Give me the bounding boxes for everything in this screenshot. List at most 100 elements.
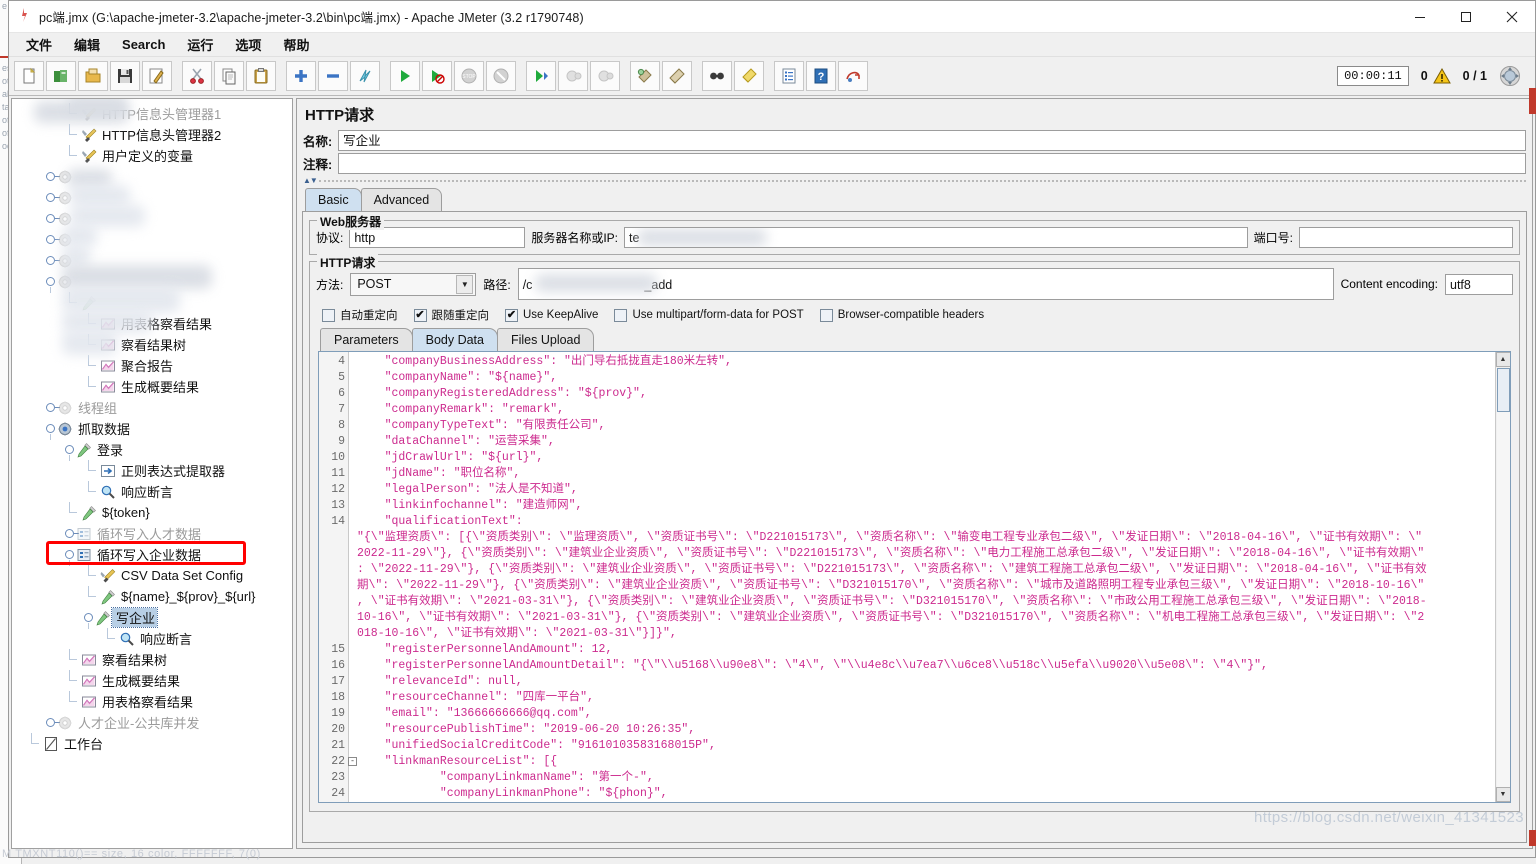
shutdown-icon[interactable] — [486, 61, 516, 91]
tree-collapse-knob[interactable] — [45, 402, 60, 413]
search-reset-icon[interactable] — [734, 61, 764, 91]
tree-node[interactable] — [12, 166, 292, 187]
tree-expand-knob[interactable] — [64, 444, 75, 461]
tab-basic[interactable]: Basic — [305, 188, 362, 211]
checkbox-multipart[interactable]: Use multipart/form-data for POST — [614, 308, 804, 322]
tree-expand-knob[interactable] — [64, 549, 75, 566]
tree-node[interactable]: 用户定义的变量 — [12, 145, 292, 166]
tree-node[interactable]: ${name}_${prov}_${url} — [12, 586, 292, 607]
tree-node[interactable]: 察看结果树 — [12, 649, 292, 670]
clear-icon[interactable] — [630, 61, 660, 91]
paste-icon[interactable] — [246, 61, 276, 91]
collapse-arrows-icon[interactable]: ▲▼ — [303, 176, 318, 185]
content-encoding-input[interactable]: utf8 — [1445, 273, 1513, 295]
save-as-icon[interactable] — [142, 61, 172, 91]
checkbox-keepalive[interactable]: ✔ Use KeepAlive — [505, 308, 598, 322]
test-plan-tree[interactable]: HTTP信息头管理器1 HTTP信息头管理器2 用户定义的变量 用表格察看结果 察看结果… — [11, 98, 293, 849]
collapse-all-icon[interactable] — [318, 61, 348, 91]
tree-node[interactable]: 生成概要结果 — [12, 670, 292, 691]
protocol-input[interactable]: http — [349, 227, 526, 248]
open-icon[interactable] — [78, 61, 108, 91]
tree-node[interactable]: 聚合报告 — [12, 355, 292, 376]
tab-advanced[interactable]: Advanced — [360, 188, 443, 211]
scrollbar-track[interactable] — [1496, 412, 1510, 787]
start-no-timers-icon[interactable] — [422, 61, 452, 91]
chevron-down-icon[interactable]: ▼ — [456, 274, 474, 294]
undo-redo-icon[interactable] — [838, 61, 868, 91]
tree-collapse-knob[interactable] — [45, 171, 60, 182]
menu-edit[interactable]: 编辑 — [63, 33, 111, 56]
toggle-icon[interactable] — [350, 61, 380, 91]
stop-icon[interactable]: STOP — [454, 61, 484, 91]
tree-collapse-knob[interactable] — [45, 717, 60, 728]
tree-expand-knob[interactable] — [45, 423, 56, 440]
function-helper-icon[interactable] — [774, 61, 804, 91]
tree-collapse-knob[interactable] — [45, 234, 60, 245]
port-input[interactable] — [1299, 227, 1513, 248]
body-data-editor[interactable]: 4 5 6 7 8 9 10 11 12 13 14 15 16 17 18 19 20 21 22-23 24 "… — [318, 351, 1511, 803]
editor-vertical-scrollbar[interactable]: ▲ ▼ — [1495, 352, 1510, 802]
tree-collapse-knob[interactable] — [64, 528, 79, 539]
tree-node[interactable] — [12, 229, 292, 250]
tree-node[interactable]: 响应断言 — [12, 481, 292, 502]
new-icon[interactable] — [14, 61, 44, 91]
expand-all-icon[interactable] — [286, 61, 316, 91]
tree-node[interactable]: 人才企业-公共库并发 — [12, 712, 292, 733]
tree-node[interactable]: 响应断言 — [12, 628, 292, 649]
menu-run[interactable]: 运行 — [176, 33, 224, 56]
scroll-up-button[interactable]: ▲ — [1495, 352, 1510, 367]
comment-input[interactable] — [338, 153, 1526, 174]
tree-node[interactable]: 察看结果树 — [12, 334, 292, 355]
menu-options[interactable]: 选项 — [224, 33, 272, 56]
tree-node[interactable]: 循环写入人才数据 — [12, 523, 292, 544]
tree-node[interactable]: CSV Data Set Config — [12, 565, 292, 586]
tree-node[interactable]: 写企业 — [12, 607, 292, 629]
tree-node[interactable]: 用表格察看结果 — [12, 691, 292, 712]
clear-all-icon[interactable] — [662, 61, 692, 91]
collapse-divider[interactable]: ▲▼ — [297, 175, 1532, 185]
stop-remote-icon[interactable] — [558, 61, 588, 91]
copy-icon[interactable] — [214, 61, 244, 91]
save-icon[interactable] — [110, 61, 140, 91]
checkbox-box[interactable] — [614, 308, 628, 322]
method-select[interactable]: POST ▼ — [350, 272, 477, 296]
tree-node[interactable]: 循环写入企业数据 — [12, 544, 292, 566]
code-fold-toggle[interactable]: - — [348, 757, 357, 766]
tree-node[interactable]: 登录 — [12, 439, 292, 461]
server-input[interactable]: te — [624, 227, 1248, 248]
checkbox-box[interactable] — [322, 308, 335, 322]
tree-node[interactable]: 工作台 — [12, 733, 292, 754]
warning-indicator[interactable]: 0 — [1421, 68, 1451, 84]
tree-node[interactable]: 线程组 — [12, 397, 292, 418]
tree-collapse-knob[interactable] — [45, 192, 60, 203]
search-icon[interactable] — [702, 61, 732, 91]
name-input[interactable]: 写企业 — [338, 130, 1526, 151]
tree-node[interactable] — [12, 208, 292, 229]
menu-file[interactable]: 文件 — [15, 33, 63, 56]
tree-node[interactable]: 用表格察看结果 — [12, 313, 292, 334]
tree-collapse-knob[interactable] — [45, 255, 60, 266]
scrollbar-thumb[interactable] — [1496, 368, 1510, 412]
start-remote-icon[interactable] — [526, 61, 556, 91]
tree-expand-knob[interactable] — [45, 276, 56, 293]
tab-parameters[interactable]: Parameters — [320, 328, 413, 351]
tree-node[interactable]: HTTP信息头管理器2 — [12, 124, 292, 145]
body-data-code[interactable]: "companyBusinessAddress": "出门导右抵拢直走180米左… — [349, 352, 1495, 802]
cut-icon[interactable] — [182, 61, 212, 91]
tree-node[interactable] — [12, 187, 292, 208]
tree-node[interactable]: 正则表达式提取器 — [12, 460, 292, 481]
checkbox-box[interactable] — [819, 308, 833, 322]
close-button[interactable] — [1489, 1, 1535, 32]
tree-expand-knob[interactable] — [83, 612, 94, 629]
checkbox-box[interactable]: ✔ — [505, 308, 518, 322]
checkbox-browser-compatible-headers[interactable]: Browser-compatible headers — [819, 308, 984, 322]
checkbox-box[interactable]: ✔ — [413, 308, 427, 322]
templates-icon[interactable] — [46, 61, 76, 91]
scroll-down-button[interactable]: ▼ — [1495, 787, 1510, 802]
start-icon[interactable] — [390, 61, 420, 91]
maximize-button[interactable] — [1443, 1, 1489, 32]
tab-files-upload[interactable]: Files Upload — [496, 328, 595, 351]
tree-node[interactable]: 抓取数据 — [12, 418, 292, 440]
tree-node[interactable]: 生成概要结果 — [12, 376, 292, 397]
checkbox-auto-redirect[interactable]: 自动重定向 — [322, 307, 398, 323]
